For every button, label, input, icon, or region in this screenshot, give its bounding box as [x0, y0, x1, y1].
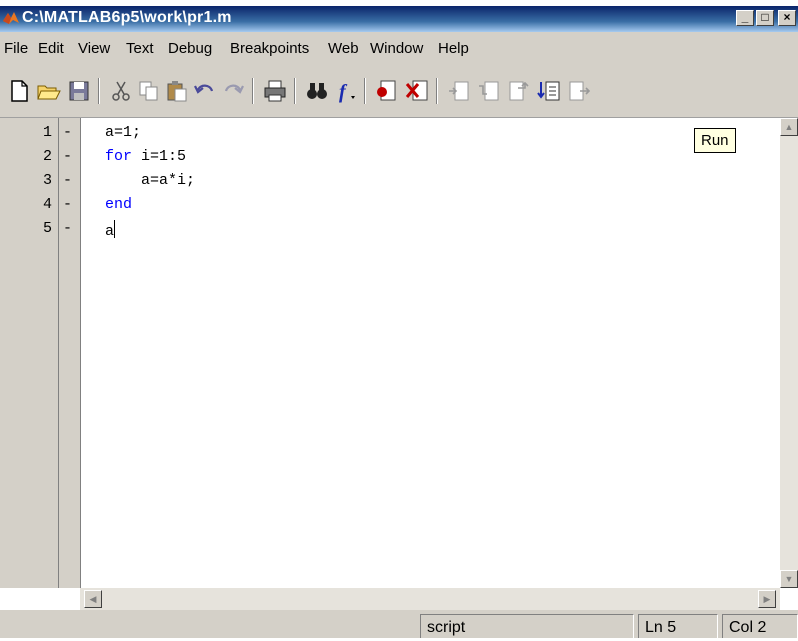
- keyword: for: [105, 148, 133, 165]
- editor-pane: 1 2 3 4 5 - - - - - a=1; for i=1:5 a=a*i…: [0, 118, 798, 588]
- close-button[interactable]: ×: [778, 10, 796, 26]
- copy-icon[interactable]: [136, 78, 162, 104]
- open-folder-icon[interactable]: [36, 78, 62, 104]
- menu-bar: File Edit View Text Debug Breakpoints We…: [0, 32, 798, 64]
- vertical-scrollbar[interactable]: ▲ ▼: [780, 118, 798, 588]
- breakpoint-mark[interactable]: -: [63, 196, 72, 213]
- code-text: i=1:5: [132, 148, 187, 165]
- line-number: 1: [42, 124, 52, 141]
- code-line[interactable]: for i=1:5: [105, 148, 186, 165]
- menu-file[interactable]: File: [4, 40, 28, 57]
- clear-breakpoint-icon[interactable]: [404, 78, 430, 104]
- status-mode: script: [420, 614, 634, 638]
- code-text: a: [105, 223, 115, 240]
- step-in-icon[interactable]: [476, 78, 502, 104]
- find-binoculars-icon[interactable]: [304, 78, 330, 104]
- toolbar-separator: [436, 78, 438, 104]
- exit-debug-icon[interactable]: [566, 78, 592, 104]
- undo-icon[interactable]: [192, 78, 218, 104]
- status-line: Ln 5: [638, 614, 718, 638]
- title-bar[interactable]: C:\MATLAB6p5\work\pr1.m _ □ ×: [0, 6, 798, 32]
- maximize-button[interactable]: □: [756, 10, 774, 26]
- menu-view[interactable]: View: [78, 40, 110, 57]
- scroll-left-button[interactable]: ◀: [84, 590, 102, 608]
- line-number-gutter: 1 2 3 4 5: [8, 118, 56, 588]
- scroll-right-button[interactable]: ▶: [758, 590, 776, 608]
- toolbar-separator: [294, 78, 296, 104]
- scroll-down-button[interactable]: ▼: [780, 570, 798, 588]
- toolbar: f: [0, 64, 798, 118]
- breakpoint-mark[interactable]: -: [63, 148, 72, 165]
- paste-icon[interactable]: [164, 78, 190, 104]
- menu-web[interactable]: Web: [328, 40, 359, 57]
- toolbar-separator: [98, 78, 100, 104]
- breakpoint-mark[interactable]: -: [63, 124, 72, 141]
- breakpoint-mark[interactable]: -: [63, 220, 72, 237]
- matlab-logo-icon: [3, 12, 19, 24]
- line-number: 4: [42, 196, 52, 213]
- text-cursor: [114, 220, 116, 238]
- menu-edit[interactable]: Edit: [38, 40, 64, 57]
- status-bar: script Ln 5 Col 2: [0, 610, 798, 638]
- line-number: 2: [42, 148, 52, 165]
- code-text: a=a*i;: [141, 172, 196, 189]
- code-area[interactable]: a=1; for i=1:5 a=a*i; end a: [80, 118, 780, 588]
- run-tooltip: Run: [694, 128, 736, 153]
- set-breakpoint-icon[interactable]: [374, 78, 400, 104]
- run-continue-icon[interactable]: [536, 78, 562, 104]
- cut-icon[interactable]: [108, 78, 134, 104]
- menu-breakpoints[interactable]: Breakpoints: [230, 40, 309, 57]
- svg-text:f: f: [339, 81, 348, 103]
- horizontal-scrollbar[interactable]: ◀ ▶: [80, 588, 780, 610]
- save-icon[interactable]: [66, 78, 92, 104]
- menu-text[interactable]: Text: [126, 40, 154, 57]
- step-out-icon[interactable]: [506, 78, 532, 104]
- minimize-button[interactable]: _: [736, 10, 754, 26]
- toolbar-separator: [364, 78, 366, 104]
- breakpoint-gutter: - - - - -: [58, 118, 80, 588]
- code-text: a=1;: [105, 124, 142, 141]
- new-file-icon[interactable]: [6, 78, 32, 104]
- function-icon[interactable]: f: [334, 78, 360, 104]
- menu-window[interactable]: Window: [370, 40, 423, 57]
- step-icon[interactable]: [446, 78, 472, 104]
- redo-icon[interactable]: [220, 78, 246, 104]
- menu-help[interactable]: Help: [438, 40, 469, 57]
- code-line[interactable]: a=1;: [105, 124, 141, 141]
- scroll-up-button[interactable]: ▲: [780, 118, 798, 136]
- window-title: C:\MATLAB6p5\work\pr1.m: [22, 9, 232, 26]
- status-column: Col 2: [722, 614, 798, 638]
- code-line[interactable]: a: [105, 220, 116, 240]
- code-line[interactable]: a=a*i;: [105, 172, 195, 189]
- keyword: end: [105, 196, 133, 213]
- code-line[interactable]: end: [105, 196, 132, 213]
- menu-debug[interactable]: Debug: [168, 40, 212, 57]
- line-number: 5: [42, 220, 52, 237]
- breakpoint-mark[interactable]: -: [63, 172, 72, 189]
- print-icon[interactable]: [262, 78, 288, 104]
- toolbar-separator: [252, 78, 254, 104]
- line-number: 3: [42, 172, 52, 189]
